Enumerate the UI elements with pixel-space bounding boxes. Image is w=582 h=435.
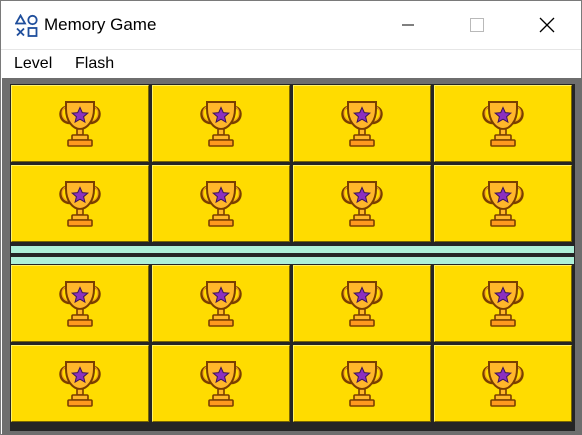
- maximize-icon: [470, 17, 484, 32]
- trophy-star-icon: [197, 99, 245, 149]
- memory-card[interactable]: [293, 345, 431, 422]
- trophy-star-icon: [56, 99, 104, 149]
- app-icon: [15, 14, 38, 37]
- trophy-star-icon: [338, 279, 386, 329]
- memory-card[interactable]: [434, 165, 572, 242]
- memory-card[interactable]: [293, 165, 431, 242]
- menu-flash[interactable]: Flash: [75, 54, 114, 74]
- board-divider: [11, 257, 574, 264]
- trophy-star-icon: [338, 359, 386, 409]
- maximize-button[interactable]: [442, 1, 512, 48]
- trophy-star-icon: [479, 279, 527, 329]
- memory-card[interactable]: [11, 165, 149, 242]
- trophy-star-icon: [479, 359, 527, 409]
- menu-bar: Level Flash: [1, 49, 581, 78]
- memory-card[interactable]: [434, 345, 572, 422]
- trophy-star-icon: [479, 179, 527, 229]
- close-button[interactable]: [512, 1, 582, 48]
- memory-card[interactable]: [434, 265, 572, 342]
- minimize-button[interactable]: [373, 1, 443, 48]
- memory-card[interactable]: [434, 85, 572, 162]
- trophy-star-icon: [479, 99, 527, 149]
- trophy-star-icon: [197, 179, 245, 229]
- trophy-star-icon: [56, 359, 104, 409]
- memory-card[interactable]: [11, 345, 149, 422]
- memory-card[interactable]: [11, 265, 149, 342]
- memory-card[interactable]: [152, 265, 290, 342]
- title-bar[interactable]: Memory Game: [1, 1, 581, 48]
- memory-card[interactable]: [293, 85, 431, 162]
- trophy-star-icon: [197, 279, 245, 329]
- memory-card[interactable]: [293, 265, 431, 342]
- trophy-star-icon: [338, 179, 386, 229]
- trophy-star-icon: [56, 279, 104, 329]
- memory-card[interactable]: [152, 85, 290, 162]
- window-title: Memory Game: [44, 15, 157, 34]
- trophy-star-icon: [197, 359, 245, 409]
- memory-card[interactable]: [152, 165, 290, 242]
- board-divider: [11, 246, 574, 253]
- minimize-icon: [402, 24, 414, 25]
- memory-card[interactable]: [152, 345, 290, 422]
- trophy-star-icon: [338, 99, 386, 149]
- app-window: Memory Game Level Flash: [0, 0, 582, 435]
- menu-level[interactable]: Level: [14, 54, 52, 74]
- memory-card[interactable]: [11, 85, 149, 162]
- close-icon: [539, 17, 555, 32]
- trophy-star-icon: [56, 179, 104, 229]
- game-board: [2, 78, 582, 435]
